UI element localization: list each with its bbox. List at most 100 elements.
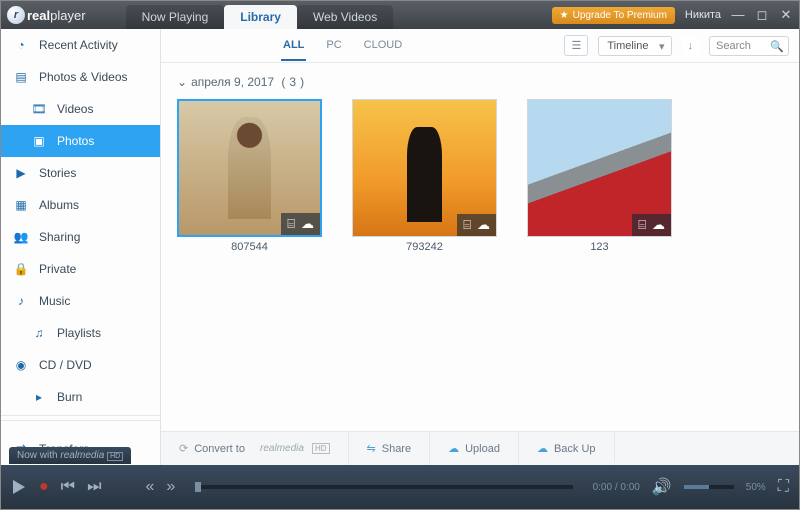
sidebar-item-label: Albums [39,198,79,212]
sidebar-item-albums[interactable]: ▦ Albums [1,189,160,221]
app-logo: r realplayer [7,6,86,24]
tab-web-videos[interactable]: Web Videos [297,5,393,29]
cloud-icon: ☁ [652,217,665,233]
maximize-button[interactable]: ◻ [755,7,769,23]
sidebar: ◔ Recent Activity ▤ Photos & Videos 🎞 Videos ▣… [1,29,161,465]
thumbnail-image: ⌸☁ [527,99,672,237]
search-input[interactable]: Search 🔍 [709,36,789,56]
arrow-down-icon: ↓ [688,40,694,52]
convert-button[interactable]: ⟳ Convert to realmediaHD [161,432,349,465]
sidebar-item-music[interactable]: ♪ Music [1,285,160,317]
sidebar-item-label: Photos [57,134,94,148]
share-icon: ⇋ [367,442,376,455]
progress-slider[interactable] [195,485,572,489]
upload-button[interactable]: ☁Upload [430,432,519,465]
share-button[interactable]: ⇋Share [349,432,431,465]
thumbnail-image: ⌸☁ [352,99,497,237]
photo-thumbnail[interactable]: ⌸☁807544 [177,99,322,253]
sidebar-item-label: Music [39,294,70,308]
note-icon: ♪ [13,293,29,309]
title-bar: r realplayer Now Playing Library Web Vid… [1,1,799,29]
sidebar-item-label: Videos [57,102,93,116]
filter-tab-pc[interactable]: PC [324,31,343,61]
cloud-icon: ☁ [537,442,548,455]
sort-direction-button[interactable]: ↓ [682,37,700,55]
film-icon: 🎞 [31,101,47,117]
people-icon: 👥 [13,229,29,245]
sidebar-item-label: Private [39,262,76,276]
sidebar-item-label: Sharing [39,230,80,244]
list-icon: ♫ [31,325,47,341]
lock-icon: 🔒 [13,261,29,277]
record-button[interactable]: ● [39,478,49,496]
main-tabs: Now Playing Library Web Videos [126,1,394,29]
photo-thumbnail[interactable]: ⌸☁123 [527,99,672,253]
sidebar-item-sharing[interactable]: 👥 Sharing [1,221,160,253]
play-button[interactable] [11,479,27,495]
sidebar-item-label: Photos & Videos [39,70,128,84]
sidebar-item-playlists[interactable]: ♫ Playlists [1,317,160,349]
tab-library[interactable]: Library [224,5,297,29]
device-icon: ⌸ [463,217,471,233]
sidebar-item-private[interactable]: 🔒 Private [1,253,160,285]
cloud-icon: ☁ [301,216,314,232]
close-button[interactable]: ✕ [779,7,793,23]
list-icon: ☰ [571,40,581,52]
sidebar-item-label: Playlists [57,326,101,340]
play-icon: ▶ [13,165,29,181]
view-mode-button[interactable]: ☰ [564,35,588,56]
sidebar-item-label: Stories [39,166,76,180]
filter-bar: ALL PC CLOUD ☰ Timeline ↓ Search 🔍 [161,29,799,63]
forward-button[interactable]: » [166,478,175,496]
chevron-down-icon: ⌄ [177,75,187,89]
sidebar-item-photos[interactable]: ▣ Photos [1,125,160,157]
user-name[interactable]: Никита [685,9,721,21]
next-track-button[interactable]: ⏭ [87,478,101,496]
sidebar-item-label: Burn [57,390,82,404]
photo-thumbnail[interactable]: ⌸☁793242 [352,99,497,253]
rewind-button[interactable]: « [145,478,154,496]
time-display: 0:00 / 0:00 [593,482,640,493]
player-bar: ● ⏮ ⏭ « » 0:00 / 0:00 🔊 50% ⛶ [1,465,799,509]
tab-now-playing[interactable]: Now Playing [126,5,225,29]
thumbnail-caption: 123 [590,241,608,253]
device-icon: ⌸ [287,216,295,232]
photo-icon: ▣ [31,133,47,149]
sidebar-item-label: CD / DVD [39,358,92,372]
refresh-icon: ⟳ [179,442,188,455]
search-icon: 🔍 [770,40,784,53]
device-icon: ⌸ [638,217,646,233]
volume-slider[interactable] [684,485,734,489]
volume-percent: 50% [746,482,766,493]
cloud-icon: ☁ [477,217,490,233]
disc-icon: ◉ [13,357,29,373]
star-icon: ★ [560,10,569,21]
sidebar-item-recent-activity[interactable]: ◔ Recent Activity [1,29,160,61]
action-bar: ⟳ Convert to realmediaHD ⇋Share ☁Upload … [161,431,799,465]
sidebar-item-label: Recent Activity [39,38,118,52]
date-group-header[interactable]: ⌄ апреля 9, 2017 (3) [177,75,783,89]
cloud-up-icon: ☁ [448,442,459,455]
filter-tab-all[interactable]: ALL [281,31,306,61]
now-with-badge: Now with realmedia HD [9,447,131,464]
thumbnail-image: ⌸☁ [177,99,322,237]
sidebar-item-stories[interactable]: ▶ Stories [1,157,160,189]
sidebar-item-photos-videos[interactable]: ▤ Photos & Videos [1,61,160,93]
upgrade-button[interactable]: ★ Upgrade To Premium [552,7,675,24]
image-icon: ▤ [13,69,29,85]
backup-button[interactable]: ☁Back Up [519,432,615,465]
minimize-button[interactable]: ― [731,7,745,23]
grid-icon: ▦ [13,197,29,213]
volume-icon[interactable]: 🔊 [652,477,672,497]
thumbnail-caption: 793242 [406,241,443,253]
fullscreen-button[interactable]: ⛶ [778,478,789,496]
logo-badge-icon: r [7,6,25,24]
sidebar-item-videos[interactable]: 🎞 Videos [1,93,160,125]
prev-track-button[interactable]: ⏮ [61,478,75,496]
clock-icon: ◔ [13,37,29,53]
sidebar-item-burn[interactable]: ▸ Burn [1,381,160,413]
sort-select[interactable]: Timeline [598,36,671,56]
filter-tab-cloud[interactable]: CLOUD [362,31,405,61]
flame-icon: ▸ [31,389,47,405]
sidebar-item-cd-dvd[interactable]: ◉ CD / DVD [1,349,160,381]
